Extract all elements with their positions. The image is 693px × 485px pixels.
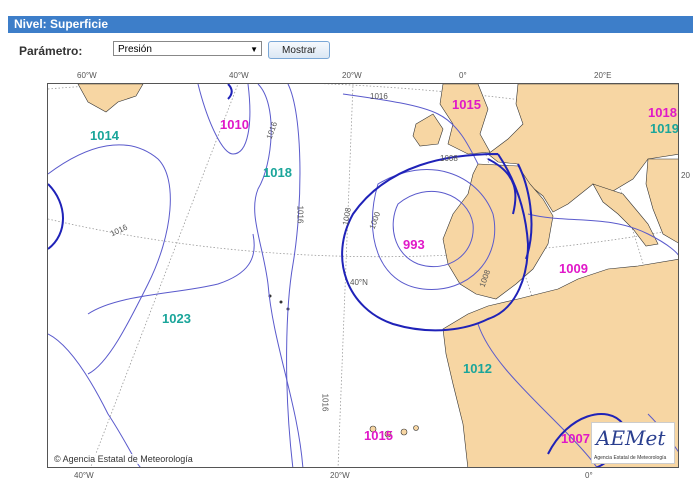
- lon-label-bottom: 0°: [585, 471, 593, 480]
- high-pressure-label: 1018: [263, 165, 292, 180]
- aemet-logo: AEMet Agencia Estatal de Meteorología: [591, 422, 675, 464]
- parameter-label: Parámetro:: [19, 44, 83, 58]
- show-button[interactable]: Mostrar: [268, 41, 330, 59]
- land-ireland: [412, 113, 444, 147]
- land-azores: [268, 294, 290, 311]
- copyright-icon: ©: [54, 454, 61, 464]
- credit-label: Agencia Estatal de Meteorología: [62, 454, 193, 464]
- low-pressure-label: 1010: [220, 117, 249, 132]
- low-pressure-label: 993: [403, 237, 425, 252]
- low-pressure-label: 1007: [561, 431, 590, 446]
- low-pressure-label: 1018: [648, 105, 677, 120]
- dropdown-arrow-icon: ▼: [250, 45, 258, 54]
- high-pressure-label: 1012: [463, 361, 492, 376]
- high-pressure-label: 1014: [90, 128, 119, 143]
- low-pressure-label: 1015: [452, 97, 481, 112]
- lon-label-top: 20°E: [594, 71, 612, 80]
- low-pressure-label: 1009: [559, 261, 588, 276]
- pressure-map[interactable]: 1016 1016 1016 1016 1016 1008 1000 1008 …: [47, 83, 679, 468]
- land-greenland: [77, 84, 144, 113]
- isobar-label: 1016: [295, 205, 305, 224]
- logo-subtext: Agencia Estatal de Meteorología: [594, 455, 667, 461]
- isobar-label: 1008: [440, 154, 458, 163]
- isobar-label: 1016: [320, 393, 330, 412]
- lat-label: 40°N: [350, 278, 368, 287]
- low-pressure-label: 1015: [364, 428, 393, 443]
- isobar-label: 1016: [370, 92, 388, 101]
- lon-label-bottom: 40°W: [74, 471, 94, 480]
- level-title: Nivel: Superficie: [8, 16, 693, 33]
- lon-label-top: 60°W: [77, 71, 97, 80]
- lon-label-top: 40°W: [229, 71, 249, 80]
- map-edge-label: 20: [681, 171, 690, 180]
- high-pressure-label: 1023: [162, 311, 191, 326]
- land-british-isles: [439, 84, 491, 155]
- lon-label-bottom: 20°W: [330, 471, 350, 480]
- parameter-select-value: Presión: [118, 44, 152, 55]
- map-canvas: [48, 84, 678, 467]
- parameter-select[interactable]: Presión ▼: [113, 41, 262, 56]
- high-pressure-label: 1019: [650, 121, 679, 136]
- logo-text: AEMet: [596, 426, 666, 450]
- lon-label-top: 20°W: [342, 71, 362, 80]
- lon-label-top: 0°: [459, 71, 467, 80]
- credit-text: © Agencia Estatal de Meteorología: [52, 454, 195, 464]
